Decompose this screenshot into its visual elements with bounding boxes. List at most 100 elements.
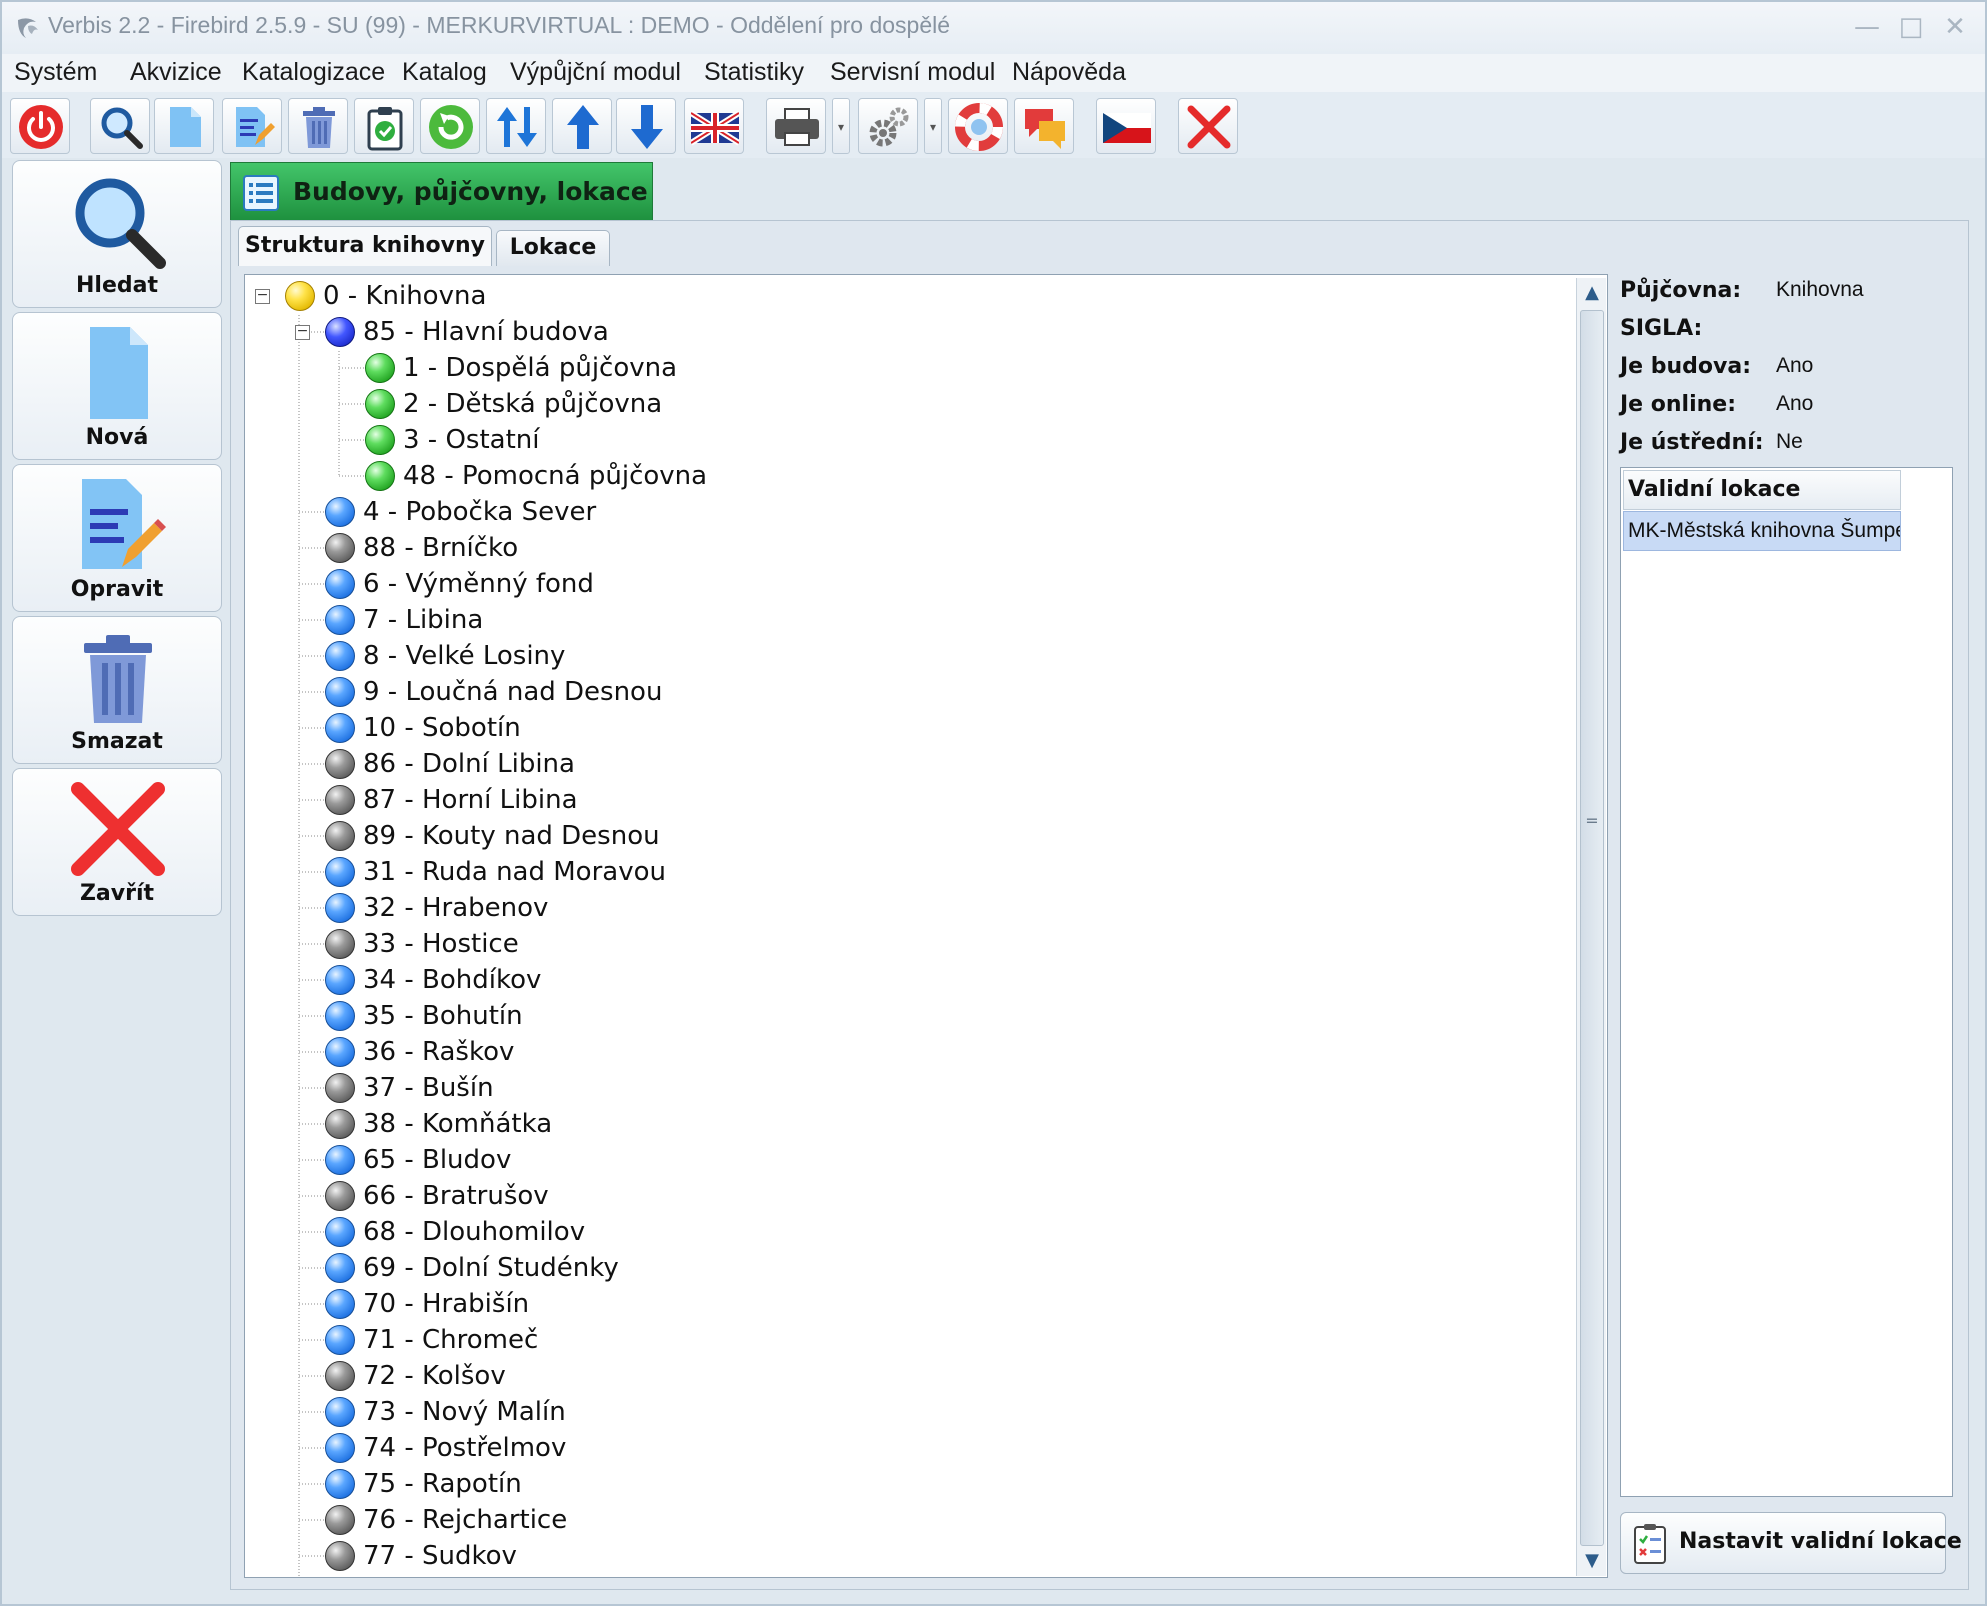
tree-node-label: 68 - Dlouhomilov	[363, 1217, 586, 1247]
power-button[interactable]	[10, 98, 70, 154]
tree-node-label: 73 - Nový Malín	[363, 1397, 566, 1427]
tree-scrollbar[interactable]: ▲ = ▼	[1576, 278, 1606, 1576]
tab-lokace[interactable]: Lokace	[496, 230, 610, 266]
tree-node[interactable]: 33 - Hostice	[245, 927, 1565, 961]
toolbar-sort-button[interactable]	[486, 98, 546, 154]
toolbar-czech-button[interactable]	[1096, 98, 1156, 154]
trash-icon	[303, 107, 335, 148]
tree-node[interactable]: 8 - Velké Losiny	[245, 639, 1565, 673]
scroll-up-arrow[interactable]: ▲	[1577, 278, 1607, 308]
new-button[interactable]: Nová	[12, 312, 222, 460]
status-ball-icon	[365, 389, 395, 419]
tree-node[interactable]: 38 - Komňátka	[245, 1107, 1565, 1141]
lifebuoy-icon	[955, 103, 1003, 151]
tree-node[interactable]: 77 - Sudkov	[245, 1539, 1565, 1573]
window-close-button[interactable]: ✕	[1938, 10, 1972, 44]
toolbar-delete-button[interactable]	[288, 98, 348, 154]
toolbar-messages-button[interactable]	[1014, 98, 1074, 154]
tree-node[interactable]: 72 - Kolšov	[245, 1359, 1565, 1393]
edit-icon	[236, 107, 275, 147]
collapse-toggle[interactable]: −	[255, 288, 270, 304]
tree-node[interactable]: 37 - Bušín	[245, 1071, 1565, 1105]
status-ball-icon	[325, 1397, 355, 1427]
tree-node[interactable]: − 0 - Knihovna	[245, 279, 1565, 313]
status-ball-icon	[325, 1181, 355, 1211]
tree-node[interactable]: 65 - Bludov	[245, 1143, 1565, 1177]
tree-node[interactable]: 36 - Raškov	[245, 1035, 1565, 1069]
scroll-down-arrow[interactable]: ▼	[1577, 1546, 1607, 1576]
tree-node[interactable]: 88 - Brníčko	[245, 531, 1565, 565]
tree-node-label: 70 - Hrabišín	[363, 1289, 530, 1319]
toolbar-close-button[interactable]	[1178, 98, 1238, 154]
close-button[interactable]: Zavřít	[12, 768, 222, 916]
toolbar-refresh-button[interactable]	[420, 98, 480, 154]
tree-node[interactable]: 66 - Bratrušov	[245, 1179, 1565, 1213]
tree-node[interactable]: 7 - Libina	[245, 603, 1565, 637]
menu-napoveda[interactable]: Nápověda	[1012, 58, 1126, 87]
tree-node[interactable]: 32 - Hrabenov	[245, 891, 1565, 925]
tree-node[interactable]: 69 - Dolní Studénky	[245, 1251, 1565, 1285]
collapse-toggle[interactable]: −	[295, 324, 310, 340]
toolbar-up-button[interactable]	[552, 98, 612, 154]
delete-button[interactable]: Smazat	[12, 616, 222, 764]
toolbar-new-button[interactable]	[154, 98, 214, 154]
toolbar-settings-button[interactable]	[858, 98, 918, 154]
valid-locations-header[interactable]: Validní lokace	[1623, 470, 1901, 510]
toolbar-english-button[interactable]	[684, 98, 744, 154]
tree-node[interactable]: − 85 - Hlavní budova	[245, 315, 1565, 349]
tab-struktura-knihovny[interactable]: Struktura knihovny	[238, 226, 492, 266]
tree-node[interactable]: 10 - Sobotín	[245, 711, 1565, 745]
tree-node[interactable]: 87 - Horní Libina	[245, 783, 1565, 817]
czech-flag-icon	[1103, 113, 1151, 143]
search-button[interactable]: Hledat	[12, 160, 222, 308]
tree-node-label: 7 - Libina	[363, 605, 484, 635]
table-row[interactable]: MK-Městská knihovna Šumpe	[1623, 511, 1901, 551]
tree-node[interactable]: 71 - Chromeč	[245, 1323, 1565, 1357]
tree-node[interactable]: 74 - Postřelmov	[245, 1431, 1565, 1465]
chat-icon	[1025, 109, 1065, 149]
toolbar-help-button[interactable]	[948, 98, 1008, 154]
menu-akvizice[interactable]: Akvizice	[130, 58, 222, 87]
tree-node[interactable]: 75 - Rapotín	[245, 1467, 1565, 1501]
status-ball-icon	[325, 1037, 355, 1067]
tree-node[interactable]: 6 - Výměnný fond	[245, 567, 1565, 601]
tree-node[interactable]: 31 - Ruda nad Moravou	[245, 855, 1565, 889]
tree-node-label: 31 - Ruda nad Moravou	[363, 857, 666, 887]
set-valid-locations-button[interactable]: Nastavit validní lokace	[1620, 1512, 1962, 1574]
menu-katalog[interactable]: Katalog	[402, 58, 487, 87]
toolbar-print-button[interactable]	[766, 98, 826, 154]
tree-node[interactable]: 35 - Bohutín	[245, 999, 1565, 1033]
menu-vypujcni-modul[interactable]: Výpůjční modul	[510, 58, 681, 87]
tree-node[interactable]: 73 - Nový Malín	[245, 1395, 1565, 1429]
settings-dropdown-button[interactable]: ▾	[924, 98, 942, 154]
edit-button[interactable]: Opravit	[12, 464, 222, 612]
toolbar-clipboard-button[interactable]	[354, 98, 414, 154]
menu-katalogizace[interactable]: Katalogizace	[242, 58, 385, 87]
toolbar-search-button[interactable]	[90, 98, 150, 154]
sort-icon	[497, 107, 537, 147]
tree-node[interactable]: 76 - Rejchartice	[245, 1503, 1565, 1537]
tree-node[interactable]: 2 - Dětská půjčovna	[245, 387, 1565, 421]
tree-node[interactable]: 86 - Dolní Libina	[245, 747, 1565, 781]
status-ball-icon	[325, 1289, 355, 1319]
tree-node[interactable]: 34 - Bohdíkov	[245, 963, 1565, 997]
tree-node[interactable]: 3 - Ostatní	[245, 423, 1565, 457]
tree-node[interactable]: 9 - Loučná nad Desnou	[245, 675, 1565, 709]
tree-node[interactable]: 68 - Dlouhomilov	[245, 1215, 1565, 1249]
tree-node[interactable]: 48 - Pomocná půjčovna	[245, 459, 1565, 493]
menu-statistiky[interactable]: Statistiky	[704, 58, 804, 87]
maximize-button[interactable]: □	[1894, 10, 1928, 44]
tree-node[interactable]: 1 - Dospělá půjčovna	[245, 351, 1565, 385]
tab-budovy-pujcovny-lokace[interactable]: Budovy, půjčovny, lokace	[230, 162, 653, 222]
minimize-button[interactable]: —	[1850, 10, 1884, 44]
menu-system[interactable]: Systém	[14, 58, 97, 87]
tree-node[interactable]: 89 - Kouty nad Desnou	[245, 819, 1565, 853]
tree-node[interactable]: 70 - Hrabišín	[245, 1287, 1565, 1321]
menu-servisni-modul[interactable]: Servisní modul	[830, 58, 995, 87]
print-dropdown-button[interactable]: ▾	[832, 98, 850, 154]
toolbar-down-button[interactable]	[616, 98, 676, 154]
scroll-thumb[interactable]: =	[1580, 310, 1604, 1546]
tree-node[interactable]: 4 - Pobočka Sever	[245, 495, 1565, 529]
status-ball-icon	[325, 749, 355, 779]
toolbar-edit-button[interactable]	[222, 98, 282, 154]
